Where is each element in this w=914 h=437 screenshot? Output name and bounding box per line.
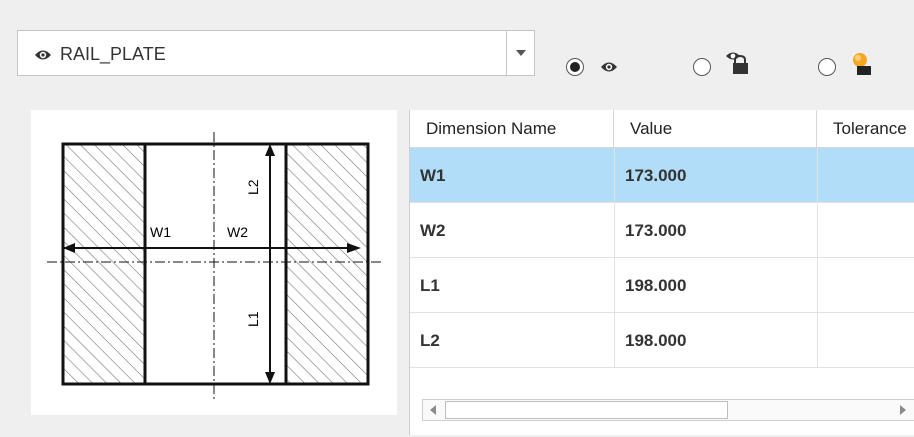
radio-option-shading[interactable] bbox=[818, 53, 872, 76]
cell-value[interactable]: 173.000 bbox=[614, 148, 817, 203]
table-header: Dimension Name Value Tolerance bbox=[410, 110, 914, 148]
dim-label-w2: W2 bbox=[227, 224, 248, 240]
cell-tolerance[interactable] bbox=[817, 203, 914, 258]
dropdown-display: RAIL_PLATE bbox=[34, 44, 166, 65]
dim-label-w1: W1 bbox=[150, 224, 171, 240]
rail-plate-diagram: W1 W2 L2 L1 bbox=[47, 132, 383, 400]
table-row[interactable]: L2 198.000 bbox=[410, 313, 914, 368]
chevron-down-icon bbox=[515, 50, 526, 56]
radio-option-locked[interactable] bbox=[693, 52, 749, 76]
cell-dimension-name: L2 bbox=[420, 331, 440, 350]
shading-icon bbox=[853, 53, 871, 75]
radio-option-visible[interactable] bbox=[566, 58, 618, 76]
dropdown-arrow-button[interactable] bbox=[506, 31, 534, 75]
chevron-right-icon bbox=[900, 405, 906, 415]
dimension-table: Dimension Name Value Tolerance W1 173.00… bbox=[409, 110, 914, 435]
table-row[interactable]: W2 173.000 bbox=[410, 203, 914, 258]
cell-dimension-name: W1 bbox=[420, 166, 446, 185]
table-row[interactable]: W1 173.000 bbox=[410, 148, 914, 203]
cell-tolerance[interactable] bbox=[817, 313, 914, 368]
dim-label-l1: L1 bbox=[245, 311, 261, 327]
dim-label-l2: L2 bbox=[245, 179, 261, 195]
component-dropdown[interactable]: RAIL_PLATE bbox=[17, 30, 535, 76]
column-header-value[interactable]: Value bbox=[614, 110, 817, 148]
cell-tolerance[interactable] bbox=[817, 148, 914, 203]
column-header-tolerance[interactable]: Tolerance bbox=[817, 110, 914, 148]
dropdown-value: RAIL_PLATE bbox=[60, 44, 166, 64]
horizontal-scrollbar[interactable] bbox=[422, 399, 914, 421]
scrollbar-thumb[interactable] bbox=[445, 401, 728, 419]
eye-icon bbox=[35, 50, 51, 59]
lock-icon bbox=[726, 52, 748, 74]
cell-dimension-name: L1 bbox=[420, 276, 440, 295]
column-header-dimension-name[interactable]: Dimension Name bbox=[410, 110, 614, 148]
cell-value[interactable]: 198.000 bbox=[614, 313, 817, 368]
scroll-left-button[interactable] bbox=[423, 400, 443, 420]
table-row[interactable]: L1 198.000 bbox=[410, 258, 914, 313]
cell-value[interactable]: 173.000 bbox=[614, 203, 817, 258]
cell-tolerance[interactable] bbox=[817, 258, 914, 313]
scroll-right-button[interactable] bbox=[893, 400, 913, 420]
cell-value[interactable]: 198.000 bbox=[614, 258, 817, 313]
chevron-left-icon bbox=[430, 405, 436, 415]
radio-shading[interactable] bbox=[818, 58, 836, 76]
cell-dimension-name: W2 bbox=[420, 221, 446, 240]
radio-locked[interactable] bbox=[693, 58, 711, 76]
dimension-diagram-panel: W1 W2 L2 L1 bbox=[31, 110, 397, 415]
eye-icon bbox=[601, 62, 617, 72]
radio-visible[interactable] bbox=[566, 58, 584, 76]
